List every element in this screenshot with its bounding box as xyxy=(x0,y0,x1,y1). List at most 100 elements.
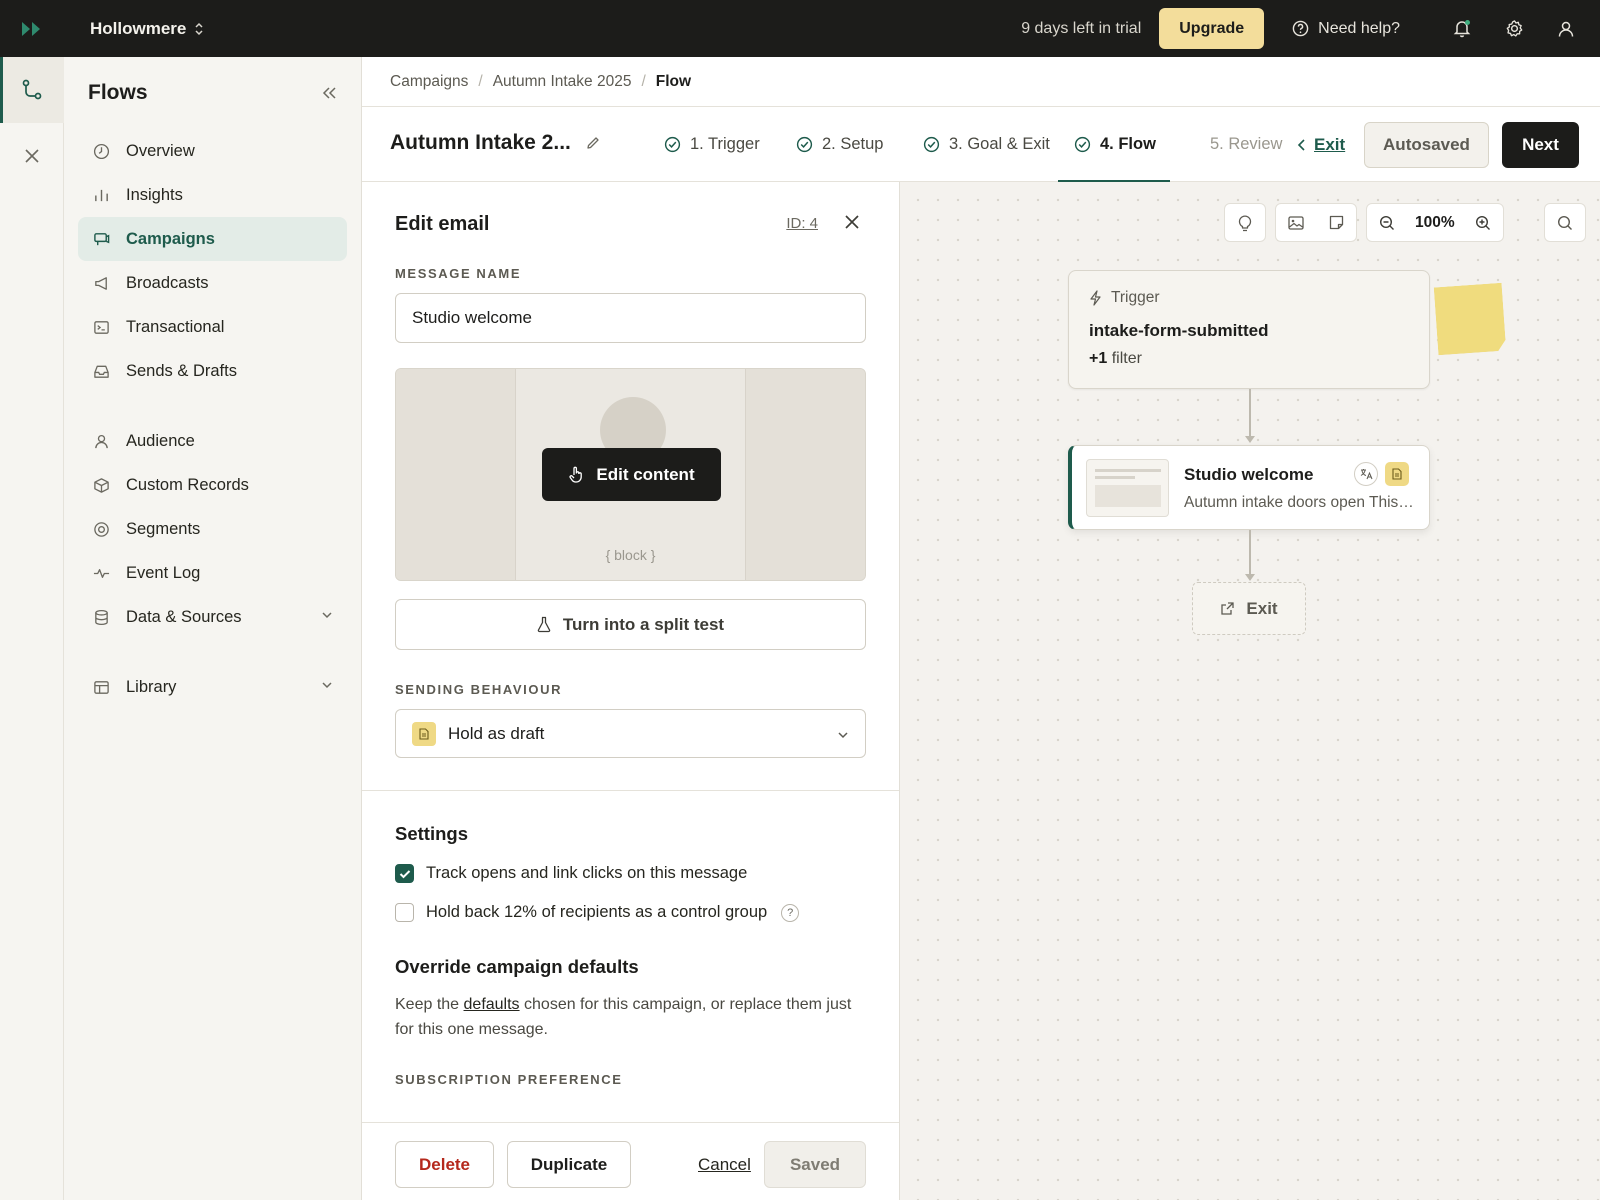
sidebar-item-audience[interactable]: Audience xyxy=(78,419,347,463)
step-review[interactable]: 5. Review xyxy=(1210,107,1282,182)
panel-title: Edit email xyxy=(395,212,490,235)
box-icon xyxy=(92,477,110,494)
image-icon xyxy=(1288,215,1304,230)
holdback-row[interactable]: Hold back 12% of recipients as a control… xyxy=(395,903,866,922)
sidebar-item-custom-records[interactable]: Custom Records xyxy=(78,463,347,507)
step-setup[interactable]: 2. Setup xyxy=(796,107,883,182)
image-button[interactable] xyxy=(1276,204,1316,241)
holdback-checkbox[interactable] xyxy=(395,903,414,922)
sidebar-item-campaigns[interactable]: Campaigns xyxy=(78,217,347,261)
sidebar-item-sends-drafts[interactable]: Sends & Drafts xyxy=(78,349,347,393)
check-circle-icon xyxy=(664,136,681,153)
track-opens-row[interactable]: Track opens and link clicks on this mess… xyxy=(395,864,866,883)
flow-canvas[interactable]: 100% Trigger intake-form-submitted +1 fi… xyxy=(900,182,1600,1200)
email-preview[interactable]: Edit content { block } xyxy=(395,368,866,581)
lightning-icon xyxy=(1089,290,1102,306)
settings-button[interactable] xyxy=(1488,0,1540,57)
email-node-title: Studio welcome xyxy=(1184,465,1314,484)
pencil-icon[interactable] xyxy=(585,135,601,151)
trial-status: 9 days left in trial xyxy=(1021,19,1142,37)
close-panel-icon[interactable] xyxy=(844,214,860,230)
question-icon[interactable]: ? xyxy=(781,903,800,922)
sticky-note[interactable] xyxy=(1434,283,1507,356)
step-label: 1. Trigger xyxy=(690,135,760,153)
message-id-link[interactable]: ID: 4 xyxy=(786,215,818,232)
defaults-link[interactable]: defaults xyxy=(464,996,520,1013)
connector-arrow xyxy=(1245,574,1255,581)
search-button[interactable] xyxy=(1545,204,1585,241)
breadcrumb-campaigns[interactable]: Campaigns xyxy=(390,73,468,91)
cancel-link[interactable]: Cancel xyxy=(698,1155,751,1175)
collapse-sidebar-icon[interactable] xyxy=(321,86,337,100)
sending-behaviour-select[interactable]: Hold as draft xyxy=(395,709,866,758)
sidebar-item-insights[interactable]: Insights xyxy=(78,173,347,217)
bar-chart-icon xyxy=(92,187,110,204)
app-logo-icon[interactable] xyxy=(0,0,64,57)
lightbulb-icon xyxy=(1238,214,1252,232)
message-name-input[interactable]: Studio welcome xyxy=(395,293,866,343)
rail-flows-button[interactable] xyxy=(0,57,64,123)
need-help-link[interactable]: Need help? xyxy=(1292,20,1400,38)
zoom-level: 100% xyxy=(1415,213,1455,231)
sidebar-item-segments[interactable]: Segments xyxy=(78,507,347,551)
edit-content-label: Edit content xyxy=(596,464,695,484)
lightbulb-button[interactable] xyxy=(1225,204,1265,241)
step-trigger[interactable]: 1. Trigger xyxy=(664,107,760,182)
steps-bar: Autumn Intake 2... 1. Trigger 2. Setup 3… xyxy=(362,107,1600,183)
close-icon xyxy=(24,148,40,164)
inbox-icon xyxy=(92,363,110,380)
sidebar-item-broadcasts[interactable]: Broadcasts xyxy=(78,261,347,305)
zoom-out-icon xyxy=(1379,215,1395,231)
rail-close-button[interactable] xyxy=(0,123,64,189)
step-label: 4. Flow xyxy=(1100,135,1156,153)
notifications-button[interactable] xyxy=(1436,0,1488,57)
exit-node[interactable]: Exit xyxy=(1192,582,1306,635)
sidebar-item-library[interactable]: Library xyxy=(78,665,347,709)
exit-label: Exit xyxy=(1314,134,1346,154)
activity-icon xyxy=(92,565,110,582)
zoom-in-button[interactable] xyxy=(1463,204,1503,241)
sidebar-item-label: Segments xyxy=(126,519,201,538)
duplicate-button[interactable]: Duplicate xyxy=(507,1141,631,1188)
step-goal-exit[interactable]: 3. Goal & Exit xyxy=(923,107,1050,182)
trigger-node[interactable]: Trigger intake-form-submitted +1 filter xyxy=(1068,270,1430,389)
check-circle-icon xyxy=(796,136,813,153)
autosaved-button[interactable]: Autosaved xyxy=(1364,122,1489,168)
sidebar-item-transactional[interactable]: Transactional xyxy=(78,305,347,349)
edit-content-button[interactable]: Edit content xyxy=(542,448,721,501)
breadcrumb-campaign[interactable]: Autumn Intake 2025 xyxy=(493,73,632,91)
sidebar-item-label: Insights xyxy=(126,185,183,204)
sidebar-item-event-log[interactable]: Event Log xyxy=(78,551,347,595)
sticky-note-button[interactable] xyxy=(1316,204,1356,241)
next-button[interactable]: Next xyxy=(1502,122,1579,168)
block-placeholder: { block } xyxy=(605,547,656,563)
trigger-filter: +1 filter xyxy=(1089,350,1142,367)
gear-icon xyxy=(1505,19,1524,38)
override-description: Keep the defaults chosen for this campai… xyxy=(395,996,852,1038)
step-flow[interactable]: 4. Flow xyxy=(1058,107,1170,183)
saved-button[interactable]: Saved xyxy=(764,1141,866,1188)
split-test-button[interactable]: Turn into a split test xyxy=(395,599,866,650)
delete-button[interactable]: Delete xyxy=(395,1141,494,1188)
search-tool-group xyxy=(1544,203,1586,242)
email-node-subtitle: Autumn intake doors open This week — her… xyxy=(1184,494,1416,511)
holdback-label: Hold back 12% of recipients as a control… xyxy=(426,903,768,921)
account-button[interactable] xyxy=(1540,0,1592,57)
workspace-switcher[interactable]: Hollowmere xyxy=(90,0,204,57)
settings-heading: Settings xyxy=(395,823,468,844)
zoom-out-button[interactable] xyxy=(1367,204,1407,241)
upgrade-button[interactable]: Upgrade xyxy=(1159,8,1265,49)
sidebar-item-data-sources[interactable]: Data & Sources xyxy=(78,595,347,639)
check-circle-icon xyxy=(1074,136,1091,153)
target-icon xyxy=(92,521,110,538)
chevron-down-icon[interactable] xyxy=(321,609,333,621)
connector-arrow xyxy=(1245,436,1255,443)
track-opens-checkbox[interactable] xyxy=(395,864,414,883)
translate-icon[interactable] xyxy=(1354,462,1378,486)
sidebar-item-label: Library xyxy=(126,677,177,696)
flask-icon xyxy=(537,616,551,633)
exit-link[interactable]: Exit xyxy=(1297,107,1345,182)
email-node[interactable]: Studio welcome Autumn intake doors open … xyxy=(1068,445,1430,530)
sidebar-item-overview[interactable]: Overview xyxy=(78,129,347,173)
chevron-down-icon[interactable] xyxy=(321,679,333,691)
